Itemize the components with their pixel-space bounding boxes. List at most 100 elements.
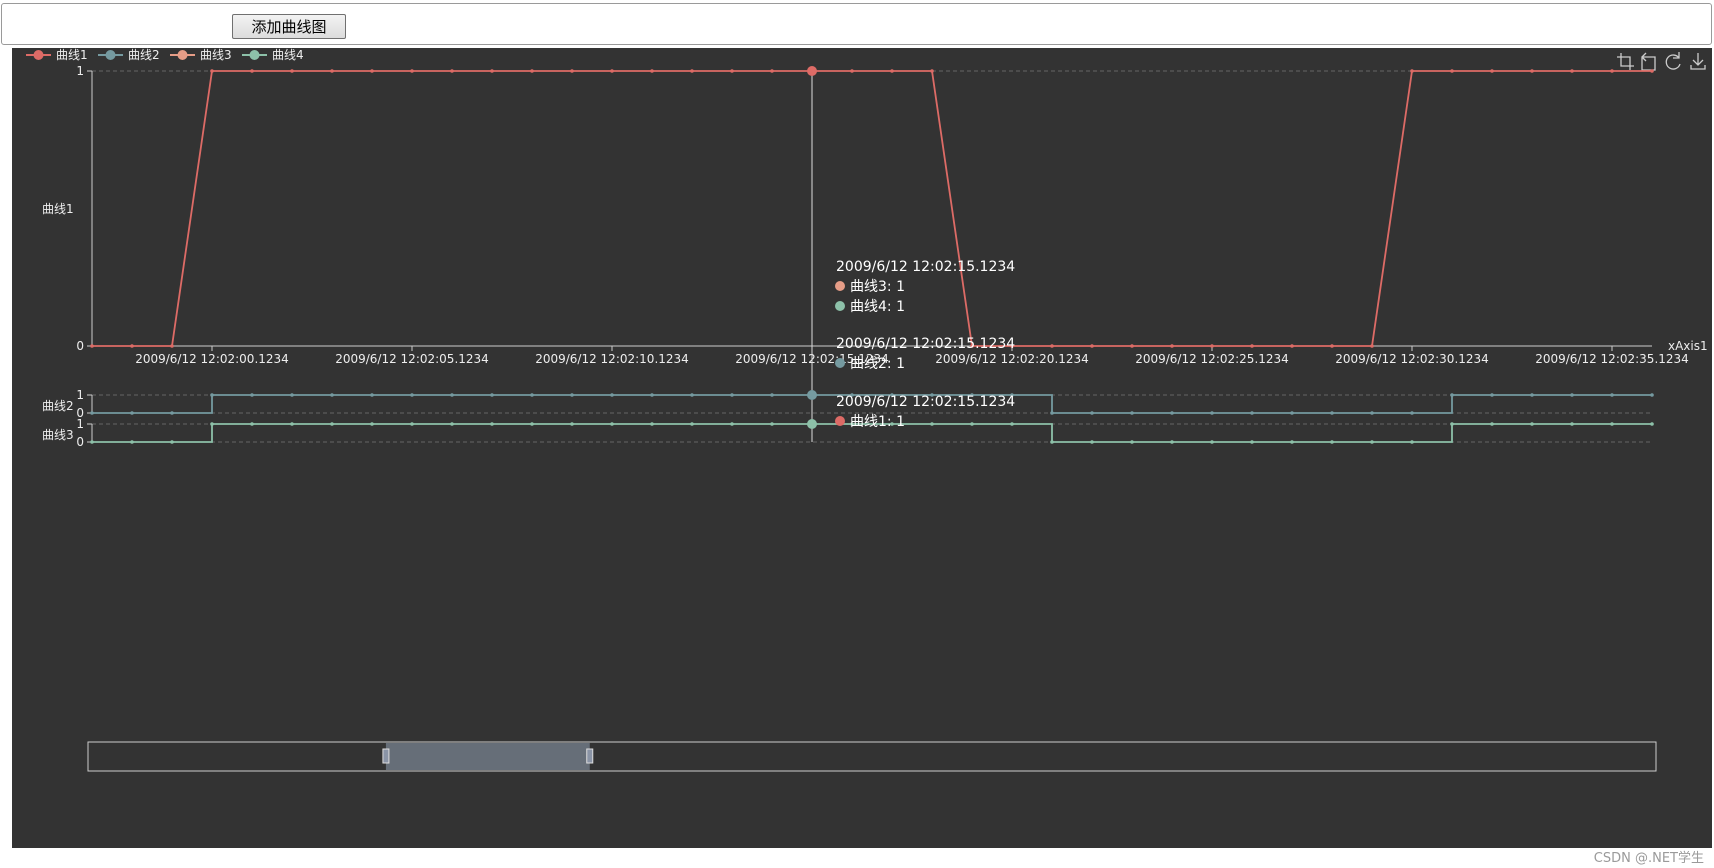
data-point [1010,422,1014,426]
add-chart-button[interactable]: 添加曲线图 [232,14,346,39]
data-point [1210,440,1214,444]
data-point [650,393,654,397]
y-tick-label: 1 [76,417,84,431]
data-point [1570,69,1574,73]
data-point [450,393,454,397]
x-tick-label: 2009/6/12 12:02:00.1234 [135,352,289,366]
data-point [807,419,817,429]
datazoom-window[interactable] [385,743,590,770]
data-point [1370,411,1374,415]
data-point [690,393,694,397]
data-point [1170,440,1174,444]
data-point [290,393,294,397]
data-point [1410,69,1414,73]
legend-item[interactable]: 曲线3 [170,48,232,62]
data-point [250,393,254,397]
data-point [1530,422,1534,426]
data-point [850,69,854,73]
y-tick-label: 0 [76,339,84,353]
data-point [1210,411,1214,415]
data-point [1570,393,1574,397]
data-point [770,393,774,397]
panel-label: 曲线1 [42,202,74,216]
x-tick-label: 2009/6/12 12:02:10.1234 [535,352,689,366]
zoom-back-icon[interactable] [1641,52,1656,71]
restore-icon[interactable] [1665,52,1681,70]
tooltip-row: 曲线2: 1 [850,356,905,372]
data-point [530,393,534,397]
data-point [1130,440,1134,444]
data-point [690,69,694,73]
watermark: CSDN @.NET学生 [1593,851,1704,866]
data-point [290,69,294,73]
data-point [970,422,974,426]
data-point [1170,411,1174,415]
data-point [1610,422,1614,426]
data-point [1050,344,1054,348]
data-point [1410,440,1414,444]
data-point [1370,344,1374,348]
legend-item[interactable]: 曲线2 [98,48,160,62]
tooltip-marker [835,416,845,426]
data-point [210,422,214,426]
tooltip-time: 2009/6/12 12:02:15.1234 [836,336,1015,352]
data-point [90,411,94,415]
tooltip-time: 2009/6/12 12:02:15.1234 [836,259,1015,275]
data-point [730,422,734,426]
data-point [807,390,817,400]
data-point [1090,440,1094,444]
legend-item[interactable]: 曲线4 [242,48,304,62]
data-point [807,66,817,76]
data-point [650,422,654,426]
x-tick-label: 2009/6/12 12:02:25.1234 [1135,352,1289,366]
data-point [1090,344,1094,348]
data-point [1050,411,1054,415]
data-point [770,69,774,73]
data-point [570,393,574,397]
data-point [1290,344,1294,348]
data-point [330,422,334,426]
x-tick-label: 2009/6/12 12:02:05.1234 [335,352,489,366]
data-point [90,440,94,444]
data-point [610,393,614,397]
panel-label: 曲线3 [42,428,74,442]
data-point [730,393,734,397]
legend-item[interactable]: 曲线1 [26,48,88,62]
data-point [130,411,134,415]
data-point [1290,440,1294,444]
data-point [1330,440,1334,444]
zoom-select-path [1617,53,1634,70]
legend-label: 曲线4 [272,48,304,62]
data-point [1090,411,1094,415]
data-point [170,344,174,348]
zoom-select-icon[interactable] [1617,53,1634,70]
data-point [930,422,934,426]
data-point [1250,344,1254,348]
save-image-icon[interactable] [1690,53,1706,70]
data-point [370,422,374,426]
data-point [1130,344,1134,348]
data-point [1490,69,1494,73]
datazoom-track [87,741,1657,772]
data-point [530,69,534,73]
data-point [1610,69,1614,73]
data-point [1650,393,1654,397]
legend-marker [177,50,188,60]
datazoom-handle[interactable] [382,748,390,764]
legend-marker [33,50,44,60]
tooltip-row: 曲线1: 1 [850,414,905,430]
data-point [370,393,374,397]
data-point [1410,411,1414,415]
data-point [210,393,214,397]
y-tick-label: 0 [76,435,84,449]
data-point [1290,411,1294,415]
data-point [90,344,94,348]
data-point [650,69,654,73]
datazoom-handle[interactable] [586,748,594,764]
tooltip-marker [835,358,845,368]
data-point [170,411,174,415]
data-point [770,422,774,426]
data-point [1450,393,1454,397]
data-point [490,69,494,73]
data-point [730,69,734,73]
